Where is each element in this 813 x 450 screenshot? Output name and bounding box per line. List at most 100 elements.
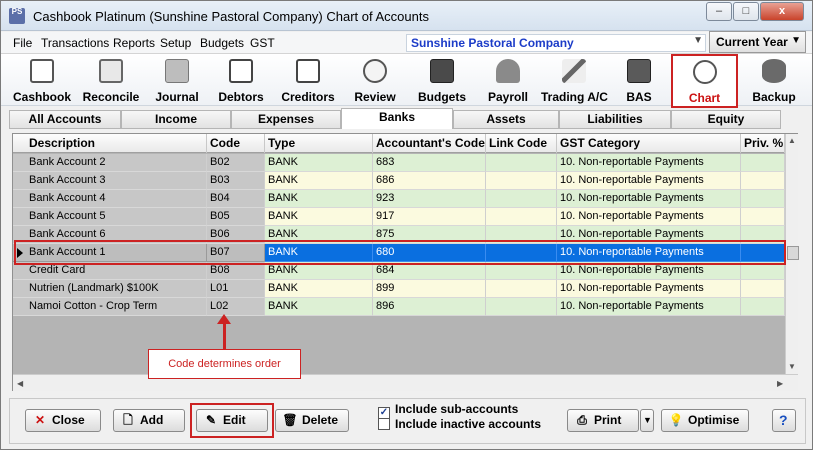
toolbar-cashbook[interactable]: Cashbook [7,55,77,105]
include-inactive-accounts-label: Include inactive accounts [395,417,542,431]
tab-expenses[interactable]: Expenses [231,110,341,129]
scroll-right-icon[interactable]: ▶ [777,379,783,388]
toolbar-bas[interactable]: BAS [613,55,665,105]
maximize-button[interactable]: □ [733,2,759,21]
column-header-link-code[interactable]: Link Code [486,134,557,153]
scroll-thumb[interactable] [787,246,799,260]
toolbar-debtors[interactable]: Debtors [213,55,269,105]
column-header-description[interactable]: Description [13,134,207,153]
cell-link-code [486,154,557,172]
printer-icon: ⎙ [577,413,587,427]
cell-priv [741,154,785,172]
toolbar-label: Journal [155,90,199,104]
add-button-label: Add [140,413,164,427]
table-row[interactable]: Bank Account 2 B02 BANK 683 10. Non-reportab… [13,154,785,172]
toolbar-payroll[interactable]: Payroll [479,55,537,105]
menu-budgets[interactable]: Budgets [200,36,244,50]
cell-gst-category: 10. Non-reportable Payments [557,280,741,298]
cell-type: BANK [265,280,373,298]
toolbar-trading[interactable]: Trading A/C [541,55,608,105]
delete-button-label: Delete [302,413,339,427]
menu-file[interactable]: File [13,36,32,50]
tab-income[interactable]: Income [121,110,231,129]
table-row[interactable]: Bank Account 3 B03 BANK 686 10. Non-reportab… [13,172,785,190]
cell-priv [741,208,785,226]
menu-reports[interactable]: Reports [113,36,155,50]
include-inactive-accounts-checkbox[interactable]: Include inactive accounts [378,417,541,431]
cell-type: BANK [265,298,373,316]
toolbar-label: Review [354,90,396,104]
cell-link-code [486,298,557,316]
app-icon: PS [9,8,25,24]
scroll-left-icon[interactable]: ◀ [17,379,23,388]
company-select[interactable]: Sunshine Pastoral Company ▼ [406,34,706,52]
close-window-button[interactable]: x [760,2,804,21]
help-button[interactable]: ? [772,409,796,432]
table-row[interactable]: Nutrien (Landmark) $100K L01 BANK 899 10. No… [13,280,785,298]
tab-banks[interactable]: Banks [341,108,453,129]
edit-button[interactable]: ✎ Edit [196,409,268,432]
tab-liabilities[interactable]: Liabilities [559,110,671,129]
cell-link-code [486,190,557,208]
action-bar: ✕ Close 🗋 Add ✎ Edit 🗑 Delete ✓ Include sub-a… [9,398,806,444]
close-button[interactable]: ✕ Close [25,409,101,432]
budgets-icon [430,59,454,83]
cell-accountants-code: 896 [373,298,486,316]
debtors-icon [229,59,253,83]
table-row[interactable]: Namoi Cotton - Crop Term L02 BANK 896 10. No… [13,298,785,316]
chart-icon [692,60,717,84]
column-header-priv[interactable]: Priv. % [741,134,785,153]
add-document-icon: 🗋 [123,413,133,427]
minimize-button[interactable]: – [706,2,732,21]
cell-description: Bank Account 2 [13,154,207,172]
toolbar-backup[interactable]: Backup [745,55,803,105]
toolbar-budgets[interactable]: Budgets [411,55,473,105]
toolbar-label: Budgets [418,90,466,104]
print-button[interactable]: ⎙ Print [567,409,639,432]
window-title: Cashbook Platinum (Sunshine Pastoral Com… [33,9,429,24]
cell-gst-category: 10. Non-reportable Payments [557,172,741,190]
toolbar-journal[interactable]: Journal [149,55,205,105]
toolbar-review[interactable]: Review [347,55,403,105]
tab-assets[interactable]: Assets [453,110,559,129]
menu-transactions[interactable]: Transactions [41,36,109,50]
scroll-up-icon[interactable]: ▲ [788,136,796,145]
selected-row-highlight [14,240,786,265]
scroll-down-icon[interactable]: ▼ [788,362,796,371]
toolbar-label: Trading A/C [541,90,608,104]
toolbar-chart[interactable]: Chart [671,54,738,108]
print-button-label: Print [594,413,622,427]
column-header-type[interactable]: Type [265,134,373,153]
toolbar-label: Reconcile [82,90,140,104]
menu-setup[interactable]: Setup [160,36,191,50]
delete-button[interactable]: 🗑 Delete [275,409,349,432]
year-select-value: Current Year [716,35,788,49]
cell-type: BANK [265,154,373,172]
menu-gst[interactable]: GST [250,36,275,50]
cell-gst-category: 10. Non-reportable Payments [557,190,741,208]
table-row[interactable]: Bank Account 5 B05 BANK 917 10. Non-reportab… [13,208,785,226]
toolbar-reconcile[interactable]: Reconcile [79,55,143,105]
print-options-dropdown[interactable]: ▼ [640,409,654,432]
add-button[interactable]: 🗋 Add [113,409,185,432]
optimise-button[interactable]: 💡 Optimise [661,409,749,432]
grid-header: Description Code Type Accountant's Code … [13,134,785,153]
column-header-gst-category[interactable]: GST Category [557,134,741,153]
table-row[interactable]: Bank Account 4 B04 BANK 923 10. Non-reportab… [13,190,785,208]
cell-description: Bank Account 5 [13,208,207,226]
tab-all-accounts[interactable]: All Accounts [9,110,121,129]
year-select[interactable]: Current Year ▼ [709,31,806,53]
column-header-code[interactable]: Code [207,134,265,153]
column-header-accountants-code[interactable]: Accountant's Code [373,134,486,153]
cell-priv [741,298,785,316]
reconcile-icon [99,59,123,83]
horizontal-scrollbar[interactable]: ◀ ▶ [13,374,798,391]
optimise-button-label: Optimise [688,413,740,427]
cell-code: B03 [207,172,265,190]
title-bar: PS Cashbook Platinum (Sunshine Pastoral … [1,1,812,31]
cell-description: Bank Account 3 [13,172,207,190]
toolbar-creditors[interactable]: Creditors [277,55,339,105]
edit-icon: ✎ [205,413,217,427]
tab-equity[interactable]: Equity [671,110,781,129]
cell-code: B05 [207,208,265,226]
